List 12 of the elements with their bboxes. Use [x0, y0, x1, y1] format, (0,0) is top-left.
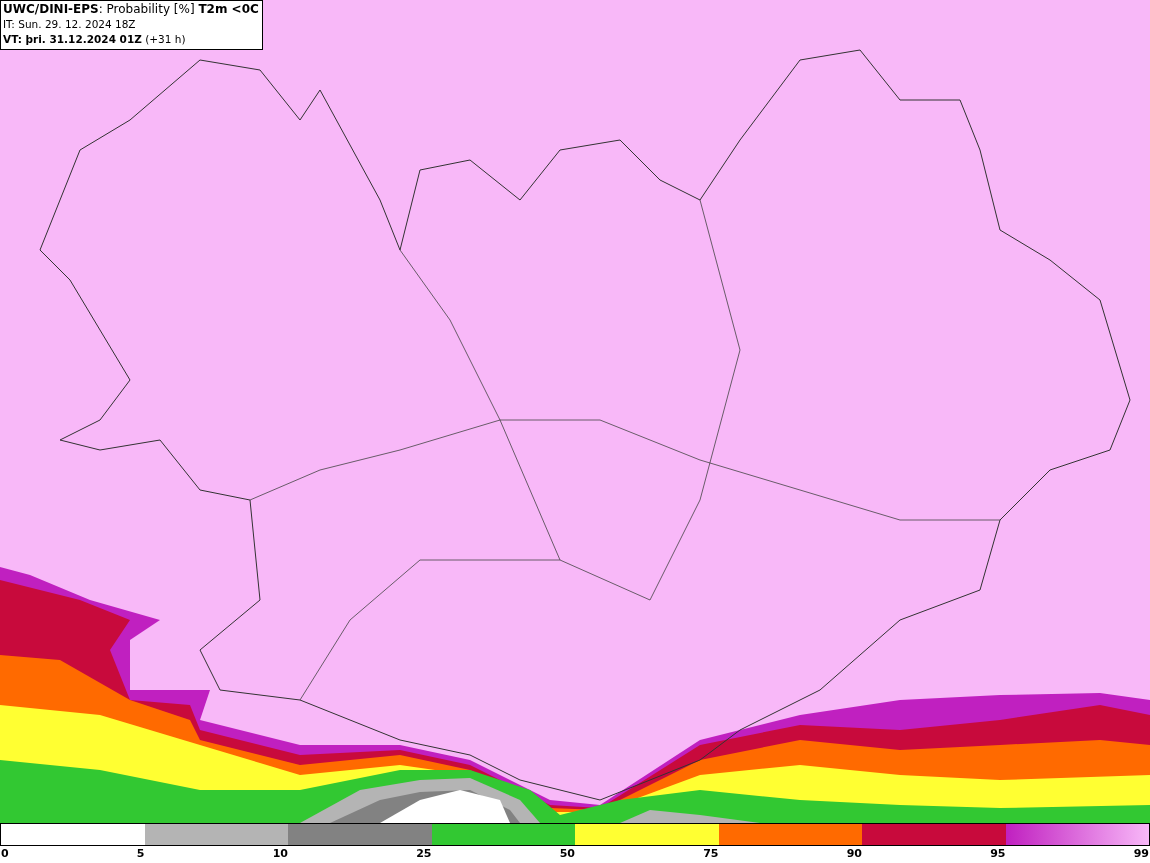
legend-label: 10 [272, 846, 288, 862]
init-time: IT: Sun. 29. 12. 2024 18Z [3, 17, 137, 32]
legend-label: 25 [416, 846, 432, 862]
legend-label: 99 [1133, 846, 1149, 862]
legend-label: 5 [136, 846, 145, 862]
legend-label: 0 [1, 846, 9, 862]
legend-label: 90 [846, 846, 862, 862]
legend-label: 75 [703, 846, 719, 862]
map-title: UWC/DINI-EPS: Probability [%] T2m <0C [3, 2, 259, 17]
valid-time: VT: þri. 31.12.2024 01Z (+31 h) [3, 32, 187, 47]
legend-label: 50 [559, 846, 575, 862]
legend-label: 95 [990, 846, 1006, 862]
